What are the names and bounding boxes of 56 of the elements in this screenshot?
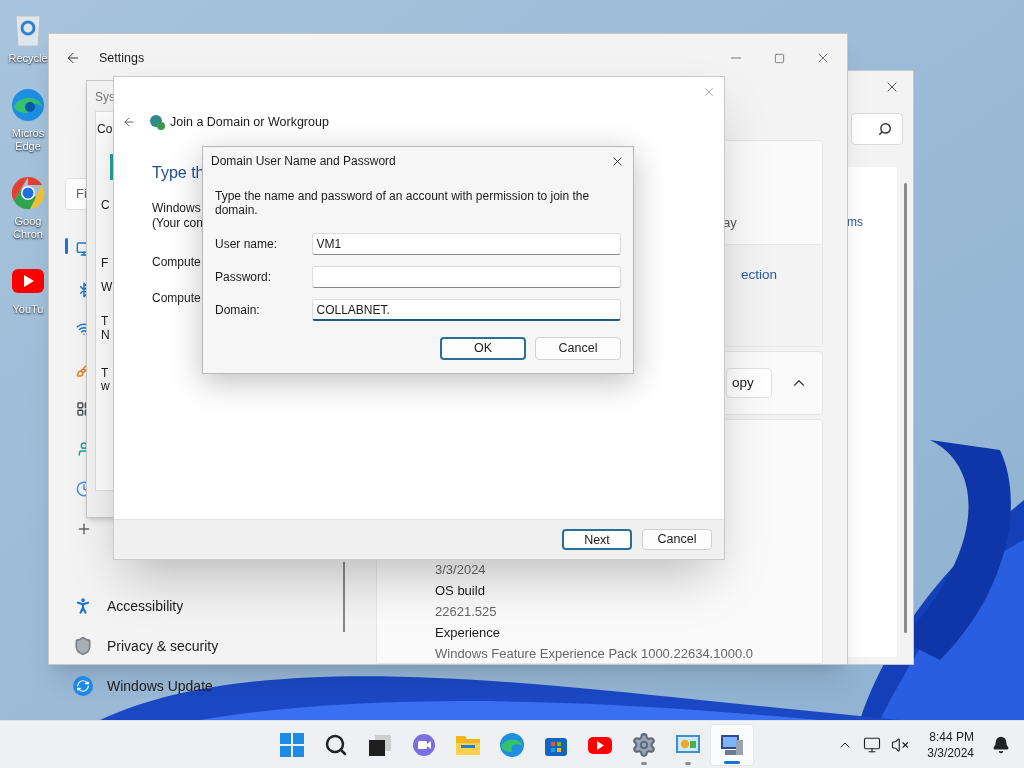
- field-label: User name:: [215, 236, 279, 253]
- field-label: Compute: [152, 290, 201, 307]
- setting-text: C: [101, 197, 110, 214]
- scrollbar[interactable]: [904, 183, 907, 633]
- spec-value: 22621.525: [435, 603, 497, 621]
- dialog-button[interactable]: Cancel: [535, 337, 621, 360]
- wave-circle-icon: [499, 731, 525, 758]
- link[interactable]: ms: [847, 213, 863, 231]
- input-field[interactable]: [311, 266, 621, 288]
- description-text: Windows: [152, 201, 201, 216]
- plus-icon: [76, 521, 92, 537]
- clock[interactable]: 8:44 PM 3/3/2024: [927, 728, 974, 761]
- video-chat-icon: [411, 731, 437, 758]
- setting-text: W: [101, 279, 113, 296]
- input-field[interactable]: COLLABNET.: [311, 299, 621, 321]
- copy-button[interactable]: opy: [726, 368, 772, 399]
- search-icon: [878, 122, 892, 136]
- spec-value: 3/3/2024: [435, 561, 486, 579]
- window-title: Join a Domain or Workgroup: [170, 113, 329, 131]
- search-icon: [324, 732, 348, 757]
- gear-icon: [631, 731, 657, 758]
- maximize-icon[interactable]: [774, 52, 785, 64]
- windows-logo-icon: [279, 731, 305, 758]
- sidebar-item[interactable]: Accessibility: [73, 594, 227, 618]
- field-label: Compute: [152, 254, 201, 271]
- globe-people-icon: [149, 113, 166, 131]
- ring-icon: [10, 175, 46, 211]
- link[interactable]: ection: [741, 265, 778, 286]
- setting-text: N: [101, 327, 110, 344]
- window-title: Settings: [99, 49, 145, 67]
- taskbar-app[interactable]: [710, 723, 754, 766]
- spec-value: Windows Feature Experience Pack 1000.22634.1000.0: [435, 645, 753, 663]
- network-icon[interactable]: [863, 735, 882, 754]
- wave-circle-icon: [10, 87, 46, 123]
- default-button[interactable]: Next: [562, 529, 632, 550]
- instruction-text: Type the name and password of an account with permission to join the domain.: [215, 189, 591, 217]
- sidebar-item[interactable]: Privacy & security: [73, 634, 227, 658]
- spec-label: OS build: [435, 582, 485, 600]
- search-field[interactable]: [851, 113, 903, 145]
- setting-text: F: [101, 255, 109, 272]
- field-label: Domain:: [215, 302, 261, 319]
- muted-speaker-icon[interactable]: [891, 735, 910, 754]
- shield-icon: [73, 636, 93, 656]
- back-arrow-icon[interactable]: [122, 115, 136, 129]
- dialog-button[interactable]: Cancel: [642, 529, 712, 550]
- field-label: Password:: [215, 269, 273, 286]
- description-text: (Your con: [152, 216, 203, 231]
- sidebar-item[interactable]: Windows Update: [73, 674, 227, 698]
- tab[interactable]: Co: [97, 120, 113, 138]
- dialog-title: Domain User Name and Password: [211, 153, 396, 170]
- spec-label: Experience: [435, 624, 501, 642]
- setting-text: T: [101, 313, 109, 330]
- input-field[interactable]: VM1: [311, 233, 621, 255]
- notification-icon[interactable]: [992, 735, 1010, 754]
- selection-indicator: [65, 238, 68, 254]
- default-button[interactable]: OK: [440, 337, 526, 360]
